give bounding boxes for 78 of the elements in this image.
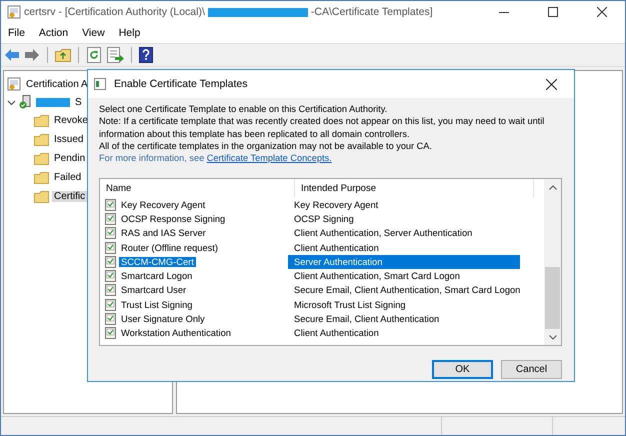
list-item[interactable]: User Signature Only xyxy=(119,314,207,324)
column-header[interactable]: Intended Purpose xyxy=(295,179,534,198)
table-cell-text: OCSP Signing xyxy=(293,214,355,224)
list-item[interactable]: Trust List Signing xyxy=(119,300,194,310)
back-arrow-icon[interactable] xyxy=(4,48,20,62)
folder-icon xyxy=(34,190,49,204)
close-icon[interactable] xyxy=(597,7,607,17)
tree-item[interactable]: Pendin xyxy=(52,153,88,164)
certificate-icon xyxy=(105,270,116,282)
scrollbar-thumb[interactable] xyxy=(545,267,560,330)
table-cell-text: Client Authentication, Server Authentication xyxy=(293,228,474,238)
forward-arrow-icon[interactable] xyxy=(24,48,40,62)
window-title: certsrv - [Certification Authority (Local)\ xyxy=(24,6,205,18)
folder-icon xyxy=(34,132,49,146)
instruction-text: All of the certificate templates in the organization may not be available to your CA. xyxy=(99,140,432,152)
certificate-icon xyxy=(105,313,116,325)
instruction-text: information about this template has been replicated to all domain controllers. xyxy=(99,128,410,140)
certificate-icon xyxy=(105,256,116,268)
table-cell: Server Authentication xyxy=(288,254,520,269)
export-list-icon[interactable] xyxy=(106,47,124,63)
menu-item[interactable]: File xyxy=(1,27,32,39)
certificate-icon xyxy=(105,227,116,240)
window-title: -CA\Certificate Templates] xyxy=(310,6,433,18)
certificate-icon xyxy=(105,212,116,225)
list-item[interactable]: OCSP Response Signing xyxy=(119,214,228,224)
certificate-icon xyxy=(105,242,116,254)
list-item[interactable]: Router (Offline request) xyxy=(119,242,220,253)
instruction-text: Select one Certificate Template to enable on this Certification Authority. xyxy=(99,103,388,116)
tree-item[interactable]: Certification A xyxy=(24,78,90,90)
cancel-button[interactable]: Cancel xyxy=(501,360,562,380)
folder-icon xyxy=(34,152,49,166)
column-header[interactable]: Name xyxy=(100,179,295,198)
table-cell-text: Secure Email, Client Authentication xyxy=(293,314,440,324)
table-cell-text: Key Recovery Agent xyxy=(293,200,380,210)
list-item[interactable]: Workstation Authentication xyxy=(119,328,233,338)
certificate-icon xyxy=(105,298,116,311)
folder-icon xyxy=(34,114,49,128)
info-text: For more information, see xyxy=(99,153,206,164)
table-cell-text: Client Authentication xyxy=(293,242,380,253)
chevron-icon[interactable] xyxy=(7,98,16,106)
maximize-icon[interactable] xyxy=(548,7,558,17)
dialog-icon xyxy=(94,78,106,90)
table-cell-text: Microsoft Trust List Signing xyxy=(293,300,407,310)
certificate-authority-icon xyxy=(7,77,21,91)
table-cell-text: Client Authentication, Smart Card Logon xyxy=(293,271,461,282)
close-icon[interactable] xyxy=(546,78,556,90)
tree-item[interactable]: Certific xyxy=(52,191,88,202)
link[interactable]: Certificate Template Concepts. xyxy=(206,153,332,164)
scroll-up-icon[interactable] xyxy=(548,184,556,190)
table-cell-text: Secure Email, Client Authentication, Smart Card Logon xyxy=(293,285,520,296)
ok-button[interactable]: OK xyxy=(432,360,493,380)
server-icon xyxy=(19,95,33,109)
folder-icon xyxy=(34,170,49,184)
scroll-down-icon[interactable] xyxy=(548,334,556,340)
folder-up-icon[interactable] xyxy=(55,48,71,62)
certificate-icon xyxy=(105,327,116,340)
scrollbar[interactable] xyxy=(544,179,561,346)
list-item[interactable]: Smartcard User xyxy=(119,285,188,296)
help-icon[interactable] xyxy=(139,47,153,63)
tree-item[interactable]: Failed xyxy=(52,172,84,183)
tree-item[interactable]: Issued xyxy=(52,134,86,145)
menu-item[interactable]: Help xyxy=(112,27,148,39)
list-item[interactable]: SCCM-CMG-Cert xyxy=(119,256,196,267)
tree-item[interactable]: S xyxy=(73,96,84,108)
menu-item[interactable]: View xyxy=(75,27,112,39)
instruction-text: Note: If a certificate template that was recently created does not appear on this list, you may need to wait until xyxy=(99,115,544,128)
refresh-icon[interactable] xyxy=(86,47,102,63)
certificate-icon xyxy=(105,198,116,211)
app-icon xyxy=(7,5,21,19)
redaction-bar xyxy=(36,98,70,106)
menu-item[interactable]: Action xyxy=(32,27,76,39)
dialog-title: Enable Certificate Templates xyxy=(114,78,248,90)
certificate-icon xyxy=(105,284,116,296)
tree-item[interactable]: Revoke xyxy=(52,115,90,126)
table-cell-text: Client Authentication xyxy=(293,328,380,338)
list-item[interactable]: Smartcard Logon xyxy=(119,271,194,282)
list-item[interactable]: RAS and IAS Server xyxy=(119,228,208,238)
list-item[interactable]: Key Recovery Agent xyxy=(119,200,208,210)
